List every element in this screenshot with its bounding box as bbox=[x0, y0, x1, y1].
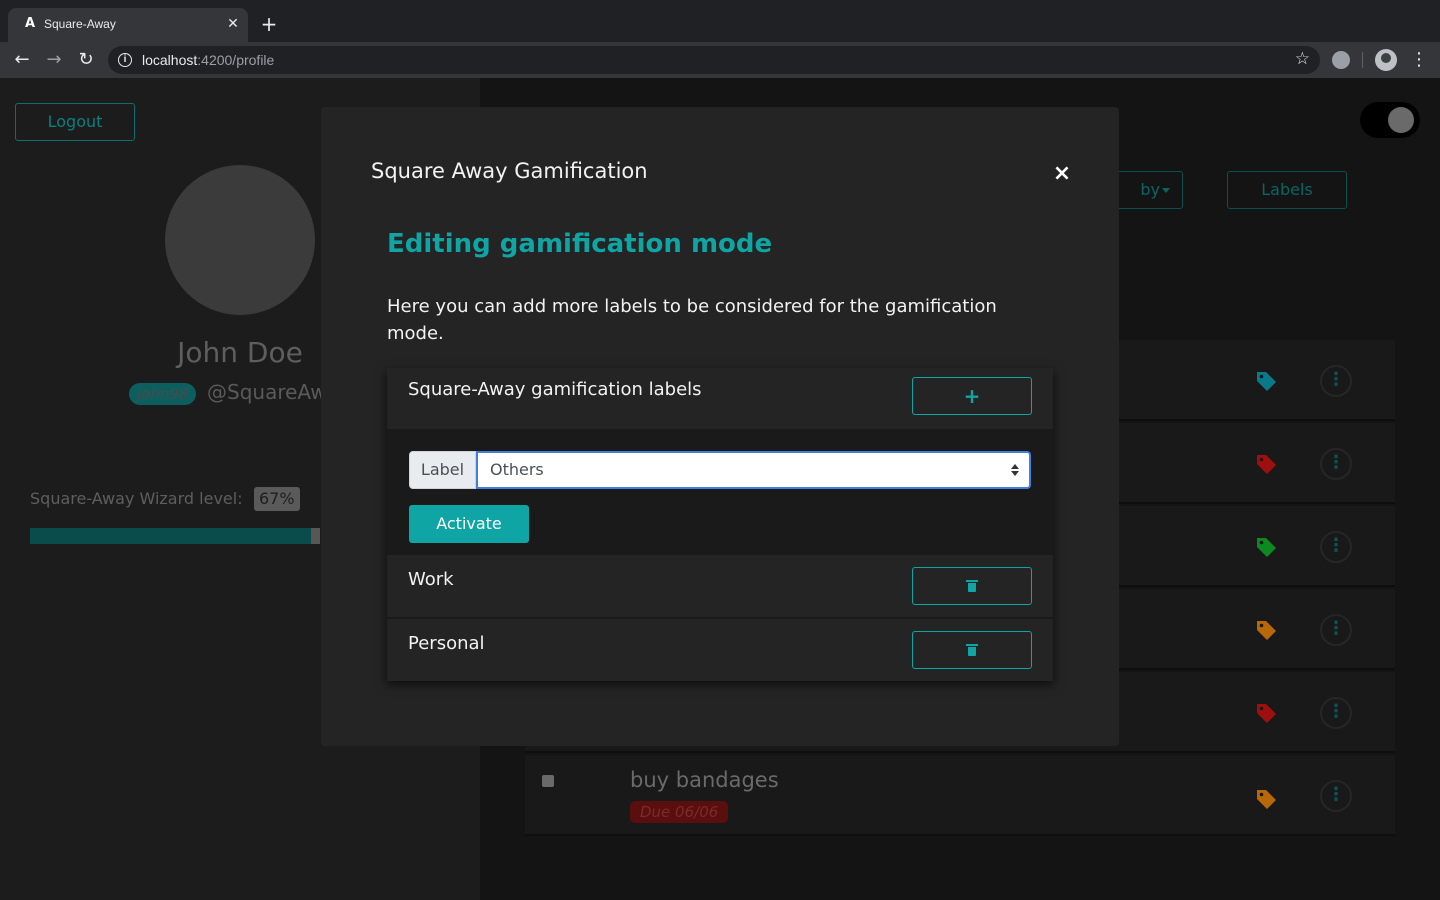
page: Logout John Doe john98 @SquareAw Square-… bbox=[0, 78, 1440, 900]
task-menu-icon[interactable]: ⋮ bbox=[1320, 448, 1352, 480]
modal-heading: Editing gamification mode bbox=[387, 229, 773, 259]
url-text: localhost:4200/profile bbox=[142, 52, 275, 68]
user-handle: @SquareAw bbox=[207, 380, 327, 404]
forward-arrow-icon[interactable]: → bbox=[42, 48, 66, 72]
task-checkbox[interactable] bbox=[542, 775, 554, 787]
activate-button[interactable]: Activate bbox=[409, 505, 529, 543]
delete-personal-button[interactable] bbox=[912, 631, 1032, 669]
plus-icon: + bbox=[963, 384, 981, 408]
card-title: Square-Away gamification labels bbox=[408, 379, 702, 400]
task-menu-icon[interactable]: ⋮ bbox=[1320, 614, 1352, 646]
tag-icon[interactable] bbox=[1255, 453, 1277, 475]
tag-icon[interactable] bbox=[1255, 788, 1277, 810]
task-menu-icon[interactable]: ⋮ bbox=[1320, 780, 1352, 812]
task-row: buy bandages Due 06/06 ⋮ bbox=[525, 755, 1395, 836]
trash-icon bbox=[966, 580, 978, 592]
tag-icon[interactable] bbox=[1255, 370, 1277, 392]
toolbar-divider bbox=[1362, 52, 1363, 68]
tag-icon[interactable] bbox=[1255, 536, 1277, 558]
browser-profile-avatar[interactable] bbox=[1375, 49, 1397, 71]
label-select-value: Others bbox=[490, 460, 544, 479]
username-badge: john98 bbox=[129, 383, 197, 405]
browser-menu-icon[interactable]: ⋮ bbox=[1410, 48, 1428, 72]
card-header: Square-Away gamification labels + bbox=[387, 368, 1053, 429]
add-label-form: Label Others Activate bbox=[387, 429, 1053, 553]
task-title: buy bandages bbox=[630, 768, 779, 792]
modal-description: Here you can add more labels to be consi… bbox=[387, 296, 997, 344]
label-row-name: Work bbox=[408, 569, 454, 590]
avatar bbox=[165, 165, 315, 315]
browser-tab[interactable]: A Square-Away ✕ bbox=[8, 8, 248, 42]
browser-toolbar: ← → ↻ i localhost:4200/profile ☆ ⋮ bbox=[0, 42, 1440, 78]
angular-favicon-icon: A bbox=[24, 16, 36, 31]
label-select[interactable]: Others bbox=[476, 451, 1031, 489]
labels-button[interactable]: Labels bbox=[1227, 171, 1347, 209]
task-menu-icon[interactable]: ⋮ bbox=[1320, 365, 1352, 397]
wizard-progress-fill bbox=[30, 528, 312, 544]
select-arrows-icon bbox=[1011, 462, 1019, 478]
gamification-modal: Square Away Gamification × Editing gamif… bbox=[321, 107, 1119, 746]
label-row-personal: Personal bbox=[387, 619, 1053, 681]
wizard-level-label: Square-Away Wizard level: bbox=[30, 489, 243, 508]
tag-icon[interactable] bbox=[1255, 619, 1277, 641]
tag-icon[interactable] bbox=[1255, 702, 1277, 724]
extension-icon[interactable] bbox=[1332, 51, 1350, 69]
logout-button[interactable]: Logout bbox=[15, 103, 135, 141]
gamification-labels-card: Square-Away gamification labels + Label … bbox=[387, 368, 1053, 681]
address-bar[interactable]: i localhost:4200/profile ☆ bbox=[108, 46, 1320, 74]
theme-toggle[interactable] bbox=[1360, 102, 1420, 138]
label-row-work: Work bbox=[387, 555, 1053, 617]
modal-title: Square Away Gamification bbox=[371, 159, 648, 183]
task-menu-icon[interactable]: ⋮ bbox=[1320, 697, 1352, 729]
browser-tabbar: A Square-Away ✕ + bbox=[0, 0, 1440, 42]
wizard-level-badge: 67% bbox=[254, 487, 300, 511]
site-info-icon[interactable]: i bbox=[118, 53, 132, 67]
close-icon[interactable]: × bbox=[1050, 162, 1074, 186]
tab-close-icon[interactable]: ✕ bbox=[224, 15, 242, 33]
tab-title: Square-Away bbox=[44, 17, 116, 31]
back-arrow-icon[interactable]: ← bbox=[10, 48, 34, 72]
add-label-button[interactable]: + bbox=[912, 377, 1032, 415]
reload-icon[interactable]: ↻ bbox=[74, 48, 98, 72]
label-row-name: Personal bbox=[408, 633, 485, 654]
label-prepend: Label bbox=[409, 451, 476, 489]
trash-icon bbox=[966, 644, 978, 656]
wizard-progress-bar bbox=[30, 528, 320, 544]
task-menu-icon[interactable]: ⋮ bbox=[1320, 531, 1352, 563]
task-due-badge: Due 06/06 bbox=[630, 801, 729, 823]
new-tab-icon[interactable]: + bbox=[258, 13, 280, 35]
bookmark-star-icon[interactable]: ☆ bbox=[1295, 49, 1310, 69]
delete-work-button[interactable] bbox=[912, 567, 1032, 605]
